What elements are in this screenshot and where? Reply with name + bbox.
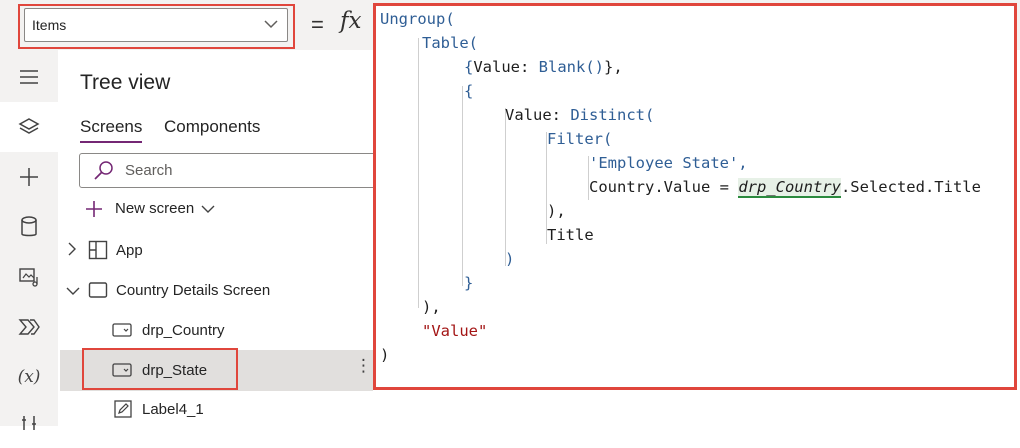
tree-item-country-details-screen[interactable]: Country Details Screen <box>116 282 270 299</box>
code-value-key: Value: <box>505 106 571 124</box>
code-ungroup: Ungroup( <box>380 10 455 28</box>
code-value-key: Value: <box>473 58 539 76</box>
code-filter: Filter( <box>547 130 613 148</box>
code-line-9: ), <box>547 202 566 220</box>
code-country-value: Country.Value = <box>589 178 739 196</box>
dropdown-control-icon <box>112 322 132 343</box>
tab-components[interactable]: Components <box>164 117 260 137</box>
data-icon[interactable] <box>0 202 58 252</box>
variables-icon[interactable]: (x) <box>0 352 58 402</box>
indent-guide <box>505 108 506 266</box>
code-line-3: {Value: Blank()}, <box>464 58 623 76</box>
code-line-13: ), <box>422 298 441 316</box>
code-line-14: "Value" <box>422 322 487 340</box>
code-line-7: 'Employee State', <box>589 154 748 172</box>
code-line-1: Ungroup( <box>380 10 455 28</box>
code-close-paren: ), <box>547 202 566 220</box>
search-input[interactable] <box>79 153 379 188</box>
plus-icon[interactable] <box>0 152 58 202</box>
code-table: Table( <box>422 34 478 52</box>
code-drp-country-highlight: drp_Country <box>738 178 841 198</box>
property-dropdown-value: Items <box>32 17 67 33</box>
code-brace-open: { <box>464 58 474 76</box>
tree-view-title: Tree view <box>80 71 171 94</box>
tools-icon[interactable] <box>0 398 58 448</box>
fx-icon[interactable]: fx <box>340 8 361 34</box>
code-line-11: ) <box>505 250 514 268</box>
code-line-12: } <box>464 274 473 292</box>
equals-sign: = <box>311 12 324 37</box>
tab-screens[interactable]: Screens <box>80 117 142 137</box>
property-dropdown[interactable]: Items <box>24 8 288 42</box>
hamburger-icon[interactable] <box>0 52 58 102</box>
indent-guide <box>462 86 463 286</box>
layers-icon[interactable] <box>0 102 58 152</box>
code-line-4: { <box>464 82 473 100</box>
tree-item-app[interactable]: App <box>116 242 143 259</box>
code-line-8: Country.Value = drp_Country.Selected.Tit… <box>589 178 981 198</box>
code-line-10: Title <box>547 226 594 244</box>
code-line-2: Table( <box>422 34 478 52</box>
chevron-down-icon[interactable] <box>201 202 215 220</box>
new-screen-button[interactable]: New screen <box>115 200 194 217</box>
power-automate-icon[interactable] <box>0 302 58 352</box>
code-title: Title <box>547 226 594 244</box>
chevron-down-icon <box>263 16 279 37</box>
plus-icon <box>85 200 103 223</box>
search-icon <box>93 160 115 187</box>
code-employee-state: 'Employee State', <box>589 154 748 172</box>
app-grid-icon <box>88 240 108 265</box>
code-value-string: "Value" <box>422 322 488 340</box>
active-tab-indicator <box>80 141 142 143</box>
code-close-paren: ) <box>380 346 390 364</box>
tree-item-label4-1[interactable]: Label4_1 <box>142 401 204 418</box>
more-options-icon[interactable]: ⋮ <box>355 356 372 376</box>
formula-editor[interactable]: Ungroup( Table( {Value: Blank()}, { Valu… <box>373 3 1017 390</box>
screen-icon <box>88 281 108 304</box>
chevron-right-icon[interactable] <box>66 242 78 261</box>
media-icon[interactable] <box>0 252 58 302</box>
code-blank: Blank() <box>538 58 604 76</box>
tree-item-drp-country[interactable]: drp_Country <box>142 322 225 339</box>
code-close-paren: ) <box>505 250 515 268</box>
code-distinct: Distinct( <box>570 106 655 124</box>
chevron-down-icon[interactable] <box>66 284 80 302</box>
code-close-paren: ), <box>422 298 441 316</box>
search-placeholder: Search <box>125 162 173 179</box>
indent-guide <box>418 38 419 308</box>
code-brace-close: }, <box>604 58 623 76</box>
code-brace-close: } <box>464 274 474 292</box>
code-line-6: Filter( <box>547 130 612 148</box>
code-selected-title: .Selected.Title <box>840 178 981 196</box>
label-edit-icon <box>114 400 132 423</box>
code-line-15: ) <box>380 346 389 364</box>
code-brace: { <box>464 82 474 100</box>
code-line-5: Value: Distinct( <box>505 106 654 124</box>
drp-state-highlight-box <box>82 348 238 390</box>
